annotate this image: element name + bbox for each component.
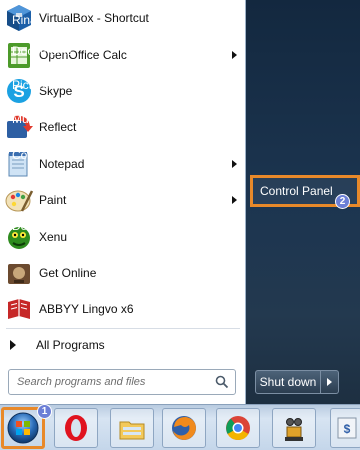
wall-e-icon (285, 418, 303, 441)
opera-icon (65, 415, 87, 441)
chevron-right-icon (327, 378, 332, 386)
shutdown-options-button[interactable] (321, 370, 339, 394)
step-1-badge: 1 (37, 404, 52, 419)
taskbar-item-chrome[interactable] (216, 408, 260, 448)
all-programs-label: All Programs (36, 338, 105, 352)
places-item-user-name[interactable]: Rina (4, 6, 112, 34)
places-item-label: Documents (12, 44, 73, 58)
submenu-arrow-icon[interactable] (232, 50, 237, 59)
taskbar: 1 $ (0, 404, 360, 450)
search-icon[interactable] (215, 375, 229, 389)
places-item-help-and-support[interactable]: Help and Support (4, 280, 112, 308)
places-item-documents[interactable]: Documents (4, 37, 112, 65)
all-programs-arrow-icon (10, 340, 16, 350)
places-item-music[interactable]: Music (4, 105, 112, 133)
taskbar-item-app[interactable]: $ (330, 408, 360, 448)
submenu-arrow-icon[interactable] (232, 159, 237, 168)
taskbar-item-wall-e[interactable] (272, 408, 316, 448)
shutdown-button[interactable]: Shut down (255, 370, 321, 394)
taskbar-item-firefox[interactable] (162, 408, 206, 448)
chrome-icon (226, 416, 250, 441)
search-box[interactable] (8, 369, 236, 395)
menu-divider (6, 328, 240, 329)
firefox-icon (172, 416, 196, 440)
places-item-label: Devices and Printers (12, 219, 112, 233)
start-orb-icon (7, 412, 39, 444)
places-item-label: Help and Support (12, 287, 106, 301)
places-item-label: Music (12, 112, 44, 126)
app-icon: $ (337, 417, 357, 439)
submenu-arrow-icon[interactable] (232, 196, 237, 205)
taskbar-item-opera[interactable] (54, 408, 98, 448)
places-item-devices-and-printers[interactable]: Devices and Printers (4, 212, 112, 240)
places-item-pictures[interactable]: Pictures (4, 71, 112, 99)
taskbar-item-windows-explorer[interactable] (110, 408, 154, 448)
places-item-label: Default Programs (12, 253, 106, 267)
all-programs-button[interactable]: All Programs (0, 333, 246, 357)
places-item-default-programs[interactable]: Default Programs (4, 246, 112, 274)
places-item-label: Pictures (12, 78, 56, 92)
windows-explorer-icon (119, 421, 145, 440)
step-2-badge: 2 (335, 194, 350, 209)
places-item-label: Computer (12, 148, 65, 162)
program-label: Paint (39, 193, 67, 208)
places-item-computer[interactable]: Computer (4, 141, 112, 169)
svg-text:$: $ (344, 422, 351, 436)
places-item-label: Rina (12, 13, 37, 27)
search-input[interactable] (17, 376, 211, 388)
shutdown-group: Shut down (255, 370, 339, 394)
places-item-label: Control Panel (260, 184, 333, 198)
